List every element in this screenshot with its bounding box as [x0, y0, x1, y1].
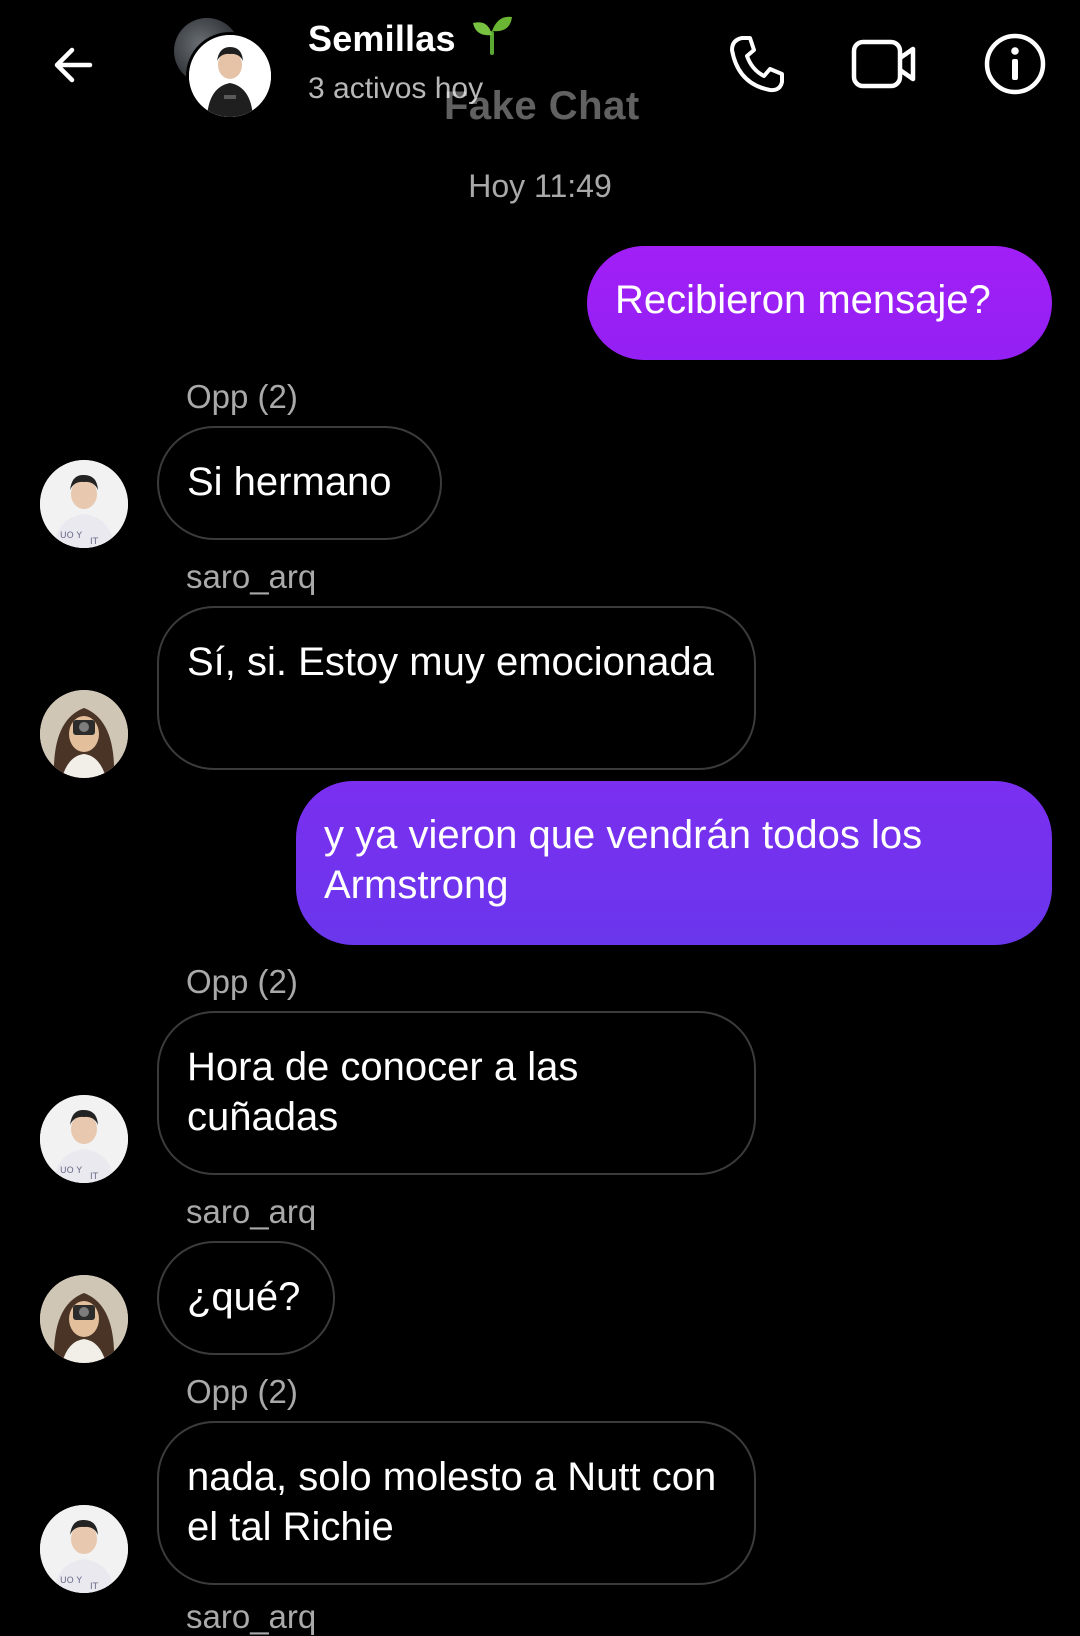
info-icon: [984, 33, 1046, 95]
message-text: y ya vieron que vendrán todos los Armstr…: [324, 813, 923, 907]
sender-name: saro_arq: [186, 558, 317, 595]
call-button[interactable]: [720, 28, 792, 100]
message-text: nada, solo molesto a Nutt con el tal Ric…: [187, 1455, 717, 1549]
svg-text:IT: IT: [90, 1582, 99, 1592]
message-text: Si hermano: [187, 460, 392, 504]
phone-icon: [730, 36, 784, 93]
video-call-button[interactable]: [848, 28, 920, 100]
incoming-message-bubble[interactable]: Hora de conocer a las cuñadas: [157, 1011, 756, 1175]
sprout-emoji-icon: [470, 13, 514, 60]
avatar[interactable]: UO Y IT: [40, 1095, 128, 1183]
fake-chat-watermark: Fake Chat: [444, 84, 640, 128]
avatar[interactable]: UO Y IT: [40, 460, 128, 548]
incoming-message-bubble[interactable]: Sí, si. Estoy muy emocionada: [157, 606, 756, 770]
group-avatar[interactable]: [172, 18, 274, 120]
avatar[interactable]: [40, 1275, 128, 1363]
svg-text:IT: IT: [90, 537, 99, 547]
info-button[interactable]: [979, 28, 1051, 100]
chat-header: Semillas 3 activos hoy Fake Chat: [0, 0, 1080, 140]
avatar[interactable]: [40, 690, 128, 778]
svg-text:UO Y: UO Y: [60, 1576, 83, 1586]
back-arrow-icon: [54, 47, 93, 83]
video-camera-icon: [851, 39, 916, 89]
avatar[interactable]: UO Y IT: [40, 1505, 128, 1593]
incoming-message-bubble[interactable]: nada, solo molesto a Nutt con el tal Ric…: [157, 1421, 756, 1585]
incoming-message-bubble[interactable]: ¿qué?: [157, 1241, 335, 1355]
group-title-row[interactable]: Semillas: [308, 16, 514, 60]
sender-name: Opp (2): [186, 963, 298, 1000]
sender-name: saro_arq: [186, 1598, 317, 1635]
sender-name: Opp (2): [186, 378, 298, 415]
sender-name: saro_arq: [186, 1193, 317, 1230]
sender-name: Opp (2): [186, 1373, 298, 1410]
message-text: Hora de conocer a las cuñadas: [187, 1045, 579, 1139]
svg-text:IT: IT: [90, 1172, 99, 1182]
outgoing-message-bubble[interactable]: Recibieron mensaje?: [587, 246, 1052, 360]
group-avatar-primary-photo: [186, 32, 274, 120]
outgoing-message-bubble[interactable]: y ya vieron que vendrán todos los Armstr…: [296, 781, 1052, 945]
back-button[interactable]: [40, 32, 106, 98]
message-text: Recibieron mensaje?: [615, 278, 991, 322]
message-text: Sí, si. Estoy muy emocionada: [187, 640, 714, 684]
thread-timestamp: Hoy 11:49: [468, 168, 612, 204]
group-title[interactable]: Semillas: [308, 18, 456, 60]
incoming-message-bubble[interactable]: Si hermano: [157, 426, 442, 540]
svg-text:UO Y: UO Y: [60, 1166, 83, 1176]
svg-text:UO Y: UO Y: [60, 531, 83, 541]
message-text: ¿qué?: [187, 1275, 301, 1319]
